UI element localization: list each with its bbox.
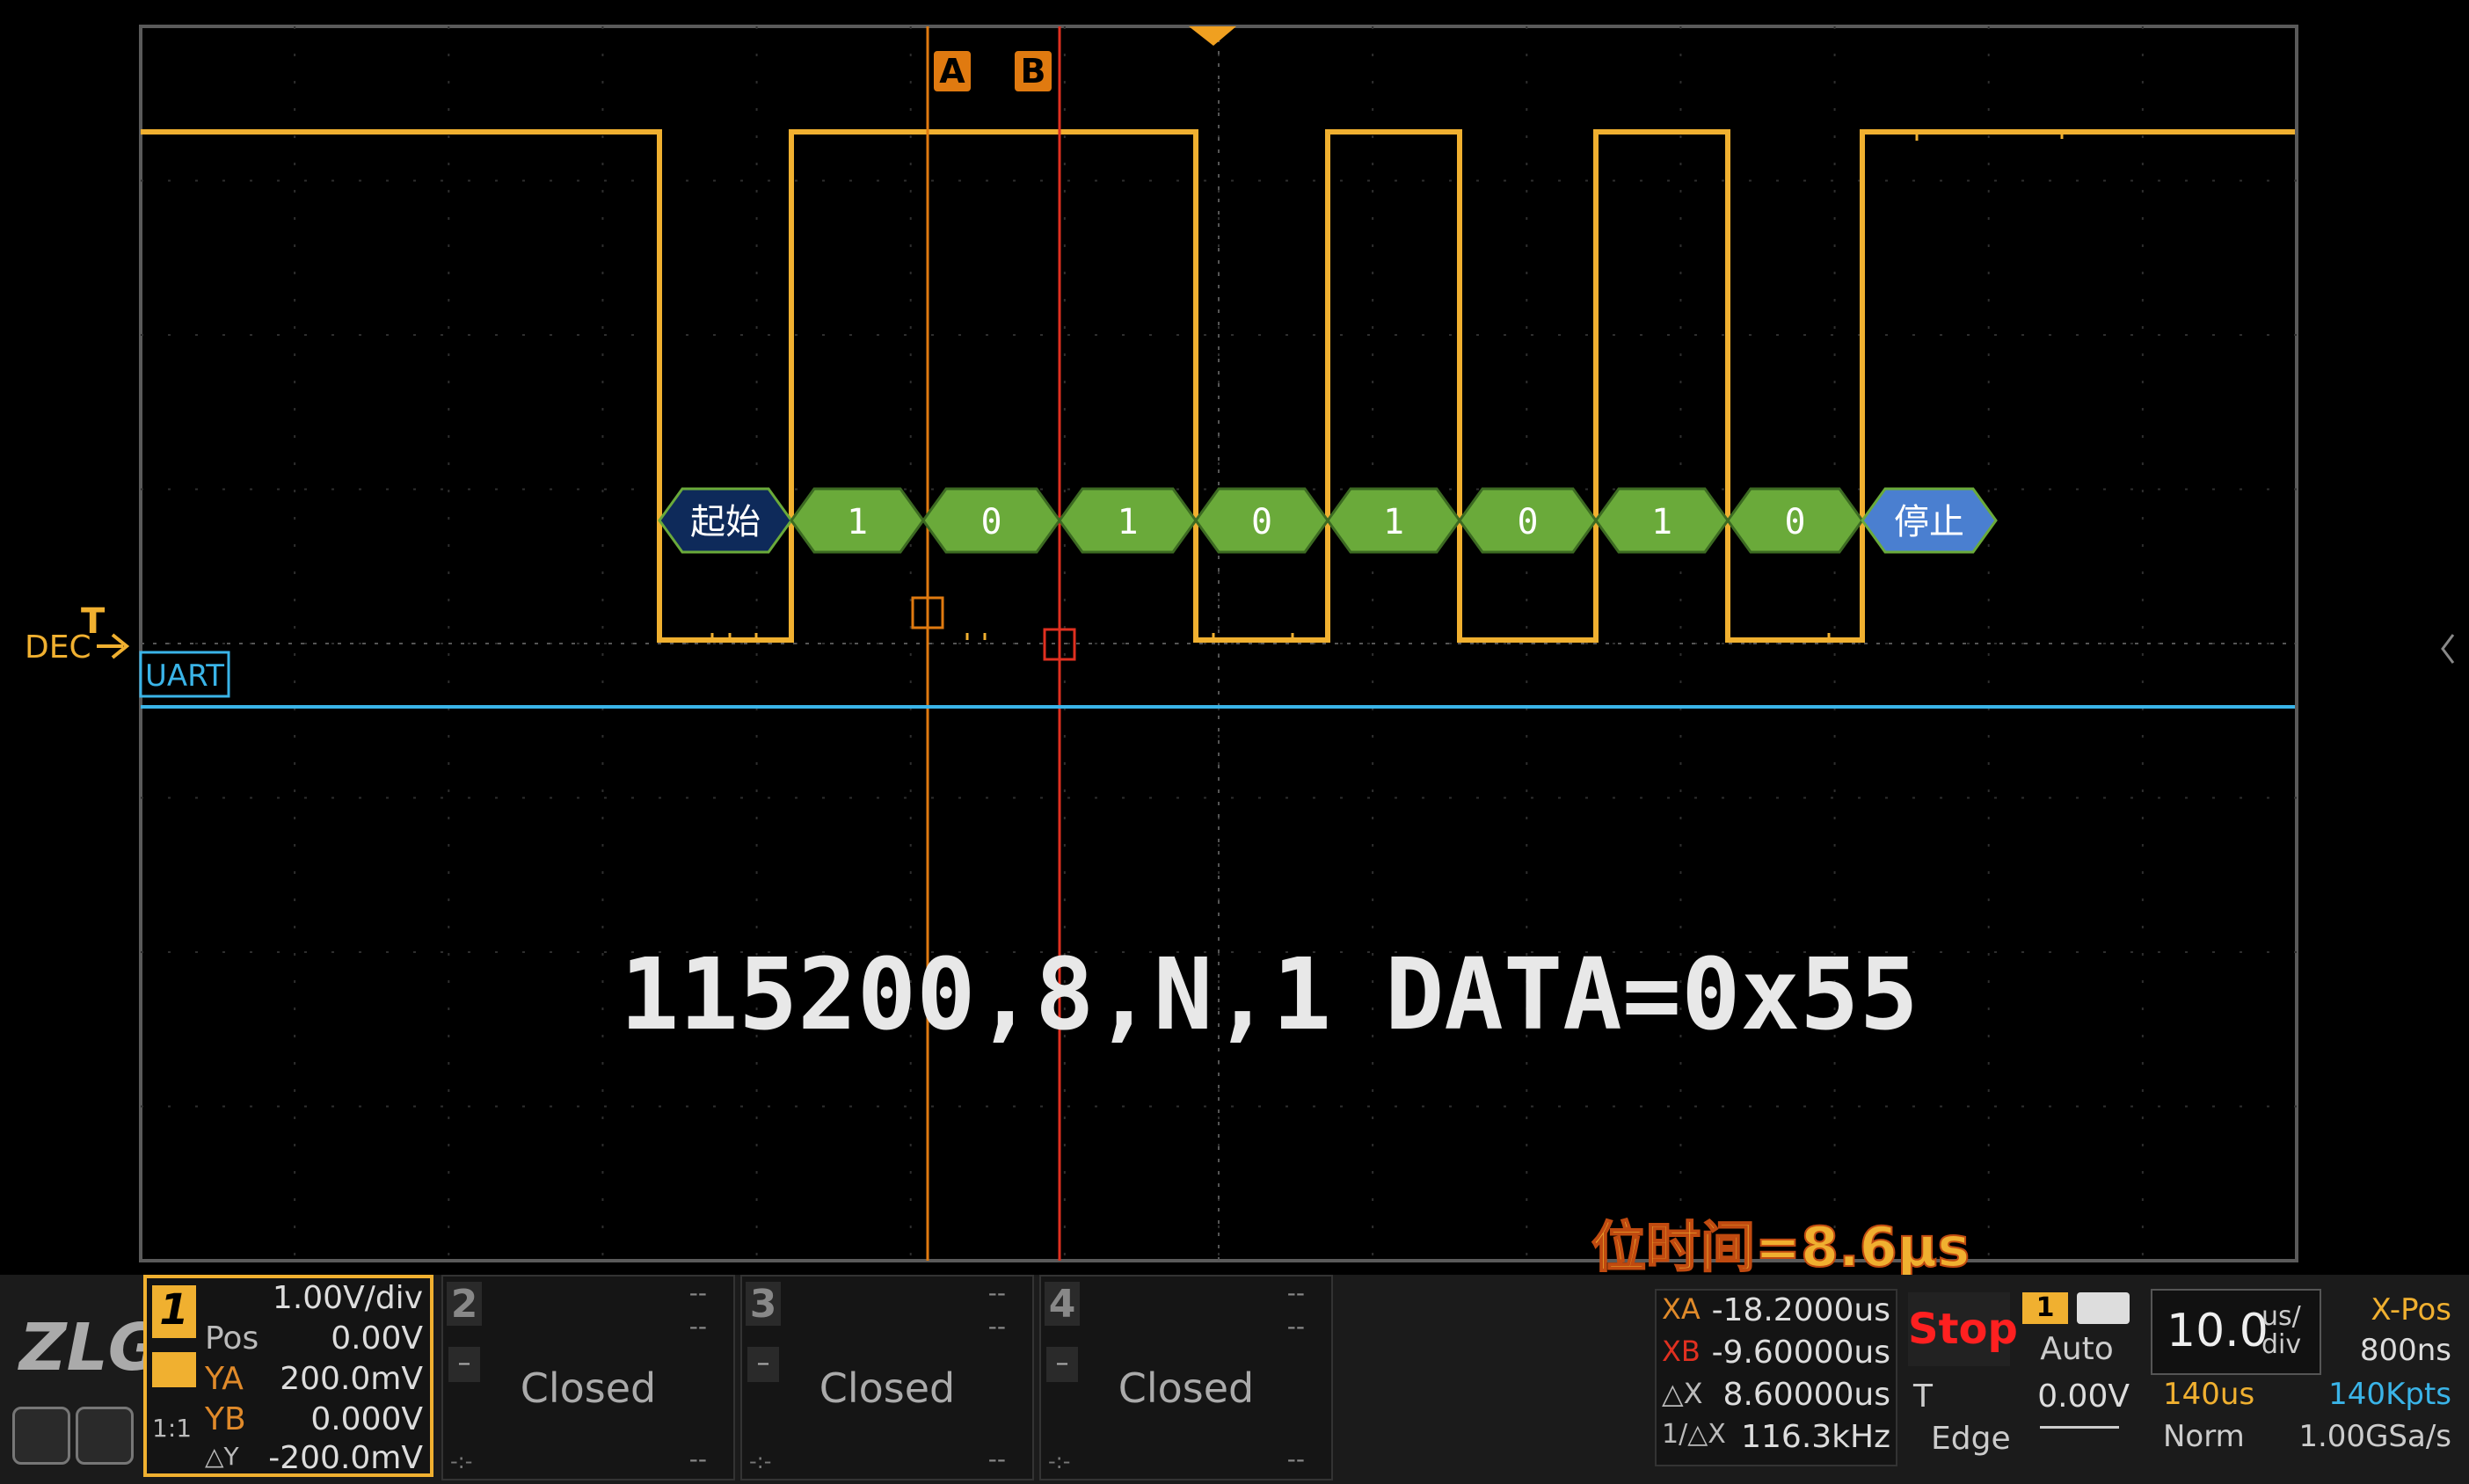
trigger-level-t-icon: T bbox=[81, 601, 106, 642]
trigger-coupling-icon[interactable] bbox=[2077, 1292, 2130, 1324]
xb-label: XB bbox=[1662, 1335, 1701, 1368]
channel-1-yb-label: YB bbox=[205, 1401, 246, 1437]
channel-1-scale: 1.00V/div bbox=[272, 1280, 423, 1316]
decode-frame-label: 停止 bbox=[1894, 502, 1964, 542]
channel-4-foot-right: -- bbox=[1286, 1444, 1305, 1473]
timebase-unit-top: us/ bbox=[2261, 1301, 2301, 1332]
acquisition-mode[interactable]: Norm bbox=[2163, 1419, 2245, 1454]
decode-frame-label: 1 bbox=[1651, 502, 1672, 542]
waveform-display: A B DEC T UART 起始 1 0 1 0 1 0 1 0 停止 115200,8,N,1… bbox=[25, 25, 2455, 1280]
decode-frame-label: 0 bbox=[1517, 502, 1538, 542]
uart-params-caption: 115200,8,N,1 bbox=[620, 938, 1331, 1052]
inv-dx-label: 1/△X bbox=[1662, 1419, 1726, 1450]
channel-3-dash-2: -- bbox=[987, 1312, 1006, 1341]
channel-4-foot: -:- bbox=[1048, 1449, 1071, 1473]
channel-4-status: Closed bbox=[1118, 1364, 1255, 1412]
timebase-unit-bottom: div bbox=[2261, 1329, 2302, 1360]
channel-1-pos-value: 0.00V bbox=[331, 1320, 423, 1357]
xpos-label: X-Pos bbox=[2371, 1292, 2451, 1328]
side-menu-expand-icon[interactable] bbox=[2441, 634, 2455, 664]
decode-frame-label: 0 bbox=[1251, 502, 1272, 542]
channel-2-dash-1: -- bbox=[688, 1278, 707, 1307]
channel-2-status: Closed bbox=[520, 1364, 657, 1412]
run-stop-button[interactable]: Stop bbox=[1908, 1292, 2018, 1366]
channel-1-dy-label: △Y bbox=[205, 1442, 239, 1471]
channel-1-yb-value: 0.000V bbox=[310, 1401, 423, 1437]
channel-4-number[interactable]: 4 bbox=[1045, 1282, 1080, 1327]
falling-edge-icon[interactable] bbox=[2040, 1426, 2119, 1459]
decode-frame-label: 1 bbox=[847, 502, 868, 542]
decode-frame-label: 起始 bbox=[690, 502, 761, 542]
channel-2-panel[interactable]: 2 -- -- – Closed -:- -- bbox=[441, 1275, 735, 1480]
cursor-measurements[interactable]: XA -18.2000us XB -9.60000us △X 8.60000us… bbox=[1655, 1289, 1897, 1466]
channel-4-dash-1: -- bbox=[1286, 1278, 1305, 1307]
cursor-b-label: B bbox=[1021, 52, 1046, 91]
channel-3-number[interactable]: 3 bbox=[746, 1282, 781, 1327]
decode-frame-label: 0 bbox=[980, 502, 1001, 542]
sample-rate: 1.00GSa/s bbox=[2298, 1419, 2451, 1454]
channel-1-ratio[interactable]: 1:1 bbox=[152, 1414, 192, 1443]
xa-value: -18.2000us bbox=[1711, 1292, 1890, 1328]
trigger-level-value[interactable]: 0.00V bbox=[2022, 1379, 2130, 1415]
touch-lock-icon[interactable] bbox=[12, 1407, 70, 1465]
screenshot-icon[interactable] bbox=[76, 1407, 134, 1465]
decode-frame-label: 1 bbox=[1117, 502, 1138, 542]
dx-value: 8.60000us bbox=[1722, 1377, 1890, 1413]
trigger-mode[interactable]: Auto bbox=[2022, 1331, 2131, 1370]
trigger-type[interactable]: Edge bbox=[1931, 1421, 2011, 1457]
data-value-caption: DATA=0x55 bbox=[1385, 938, 1919, 1052]
channel-3-panel[interactable]: 3 -- -- – Closed -:- -- bbox=[740, 1275, 1034, 1480]
channel-2-dash-2: -- bbox=[688, 1312, 707, 1341]
trigger-source-badge[interactable]: 1 bbox=[2022, 1292, 2068, 1324]
timebase-value: 10.0 bbox=[2167, 1305, 2269, 1357]
memory-window: 140us bbox=[2163, 1377, 2255, 1412]
dx-label: △X bbox=[1662, 1377, 1703, 1410]
channel-1-panel[interactable]: 1 1.00V/div Pos 0.00V YA 200.0mV YB 0.00… bbox=[143, 1275, 433, 1477]
channel-3-dash-1: -- bbox=[987, 1278, 1006, 1307]
cursor-a-label: A bbox=[939, 52, 965, 91]
channel-2-foot: -:- bbox=[450, 1449, 473, 1473]
timebase-panel[interactable]: 10.0 us/ div bbox=[2151, 1289, 2321, 1375]
memory-points: 140Kpts bbox=[2328, 1377, 2451, 1412]
bit-time-annotation: 位时间=8.6μs bbox=[1591, 1215, 1970, 1279]
channel-1-ya-label: YA bbox=[205, 1361, 244, 1397]
channel-1-dy-value: -200.0mV bbox=[268, 1440, 423, 1476]
channel-3-foot: -:- bbox=[749, 1449, 772, 1473]
channel-4-dash-2: -- bbox=[1286, 1312, 1305, 1341]
inv-dx-value: 116.3kHz bbox=[1741, 1419, 1890, 1455]
decode-frame-label: 0 bbox=[1784, 502, 1805, 542]
channel-4-panel[interactable]: 4 -- -- – Closed -:- -- bbox=[1039, 1275, 1333, 1480]
xb-value: -9.60000us bbox=[1711, 1335, 1890, 1371]
channel-1-pos-label: Pos bbox=[205, 1320, 259, 1357]
trigger-level-label: T bbox=[1913, 1379, 1933, 1415]
channel-3-foot-right: -- bbox=[987, 1444, 1006, 1473]
channel-3-status: Closed bbox=[819, 1364, 956, 1412]
channel-1-coupling-icon[interactable] bbox=[152, 1352, 196, 1387]
decode-frame-label: 1 bbox=[1383, 502, 1404, 542]
oscilloscope-screen: A B DEC T UART 起始 1 0 1 0 1 0 1 0 停止 115200,8,N,1… bbox=[0, 0, 2469, 1484]
xpos-value[interactable]: 800ns bbox=[2360, 1333, 2451, 1368]
channel-1-ya-value: 200.0mV bbox=[280, 1361, 423, 1397]
channel-2-number[interactable]: 2 bbox=[447, 1282, 482, 1327]
uart-bus-label: UART bbox=[145, 658, 224, 694]
channel-2-foot-right: -- bbox=[688, 1444, 707, 1473]
channel-1-number[interactable]: 1 bbox=[152, 1285, 196, 1338]
xa-label: XA bbox=[1662, 1292, 1701, 1326]
